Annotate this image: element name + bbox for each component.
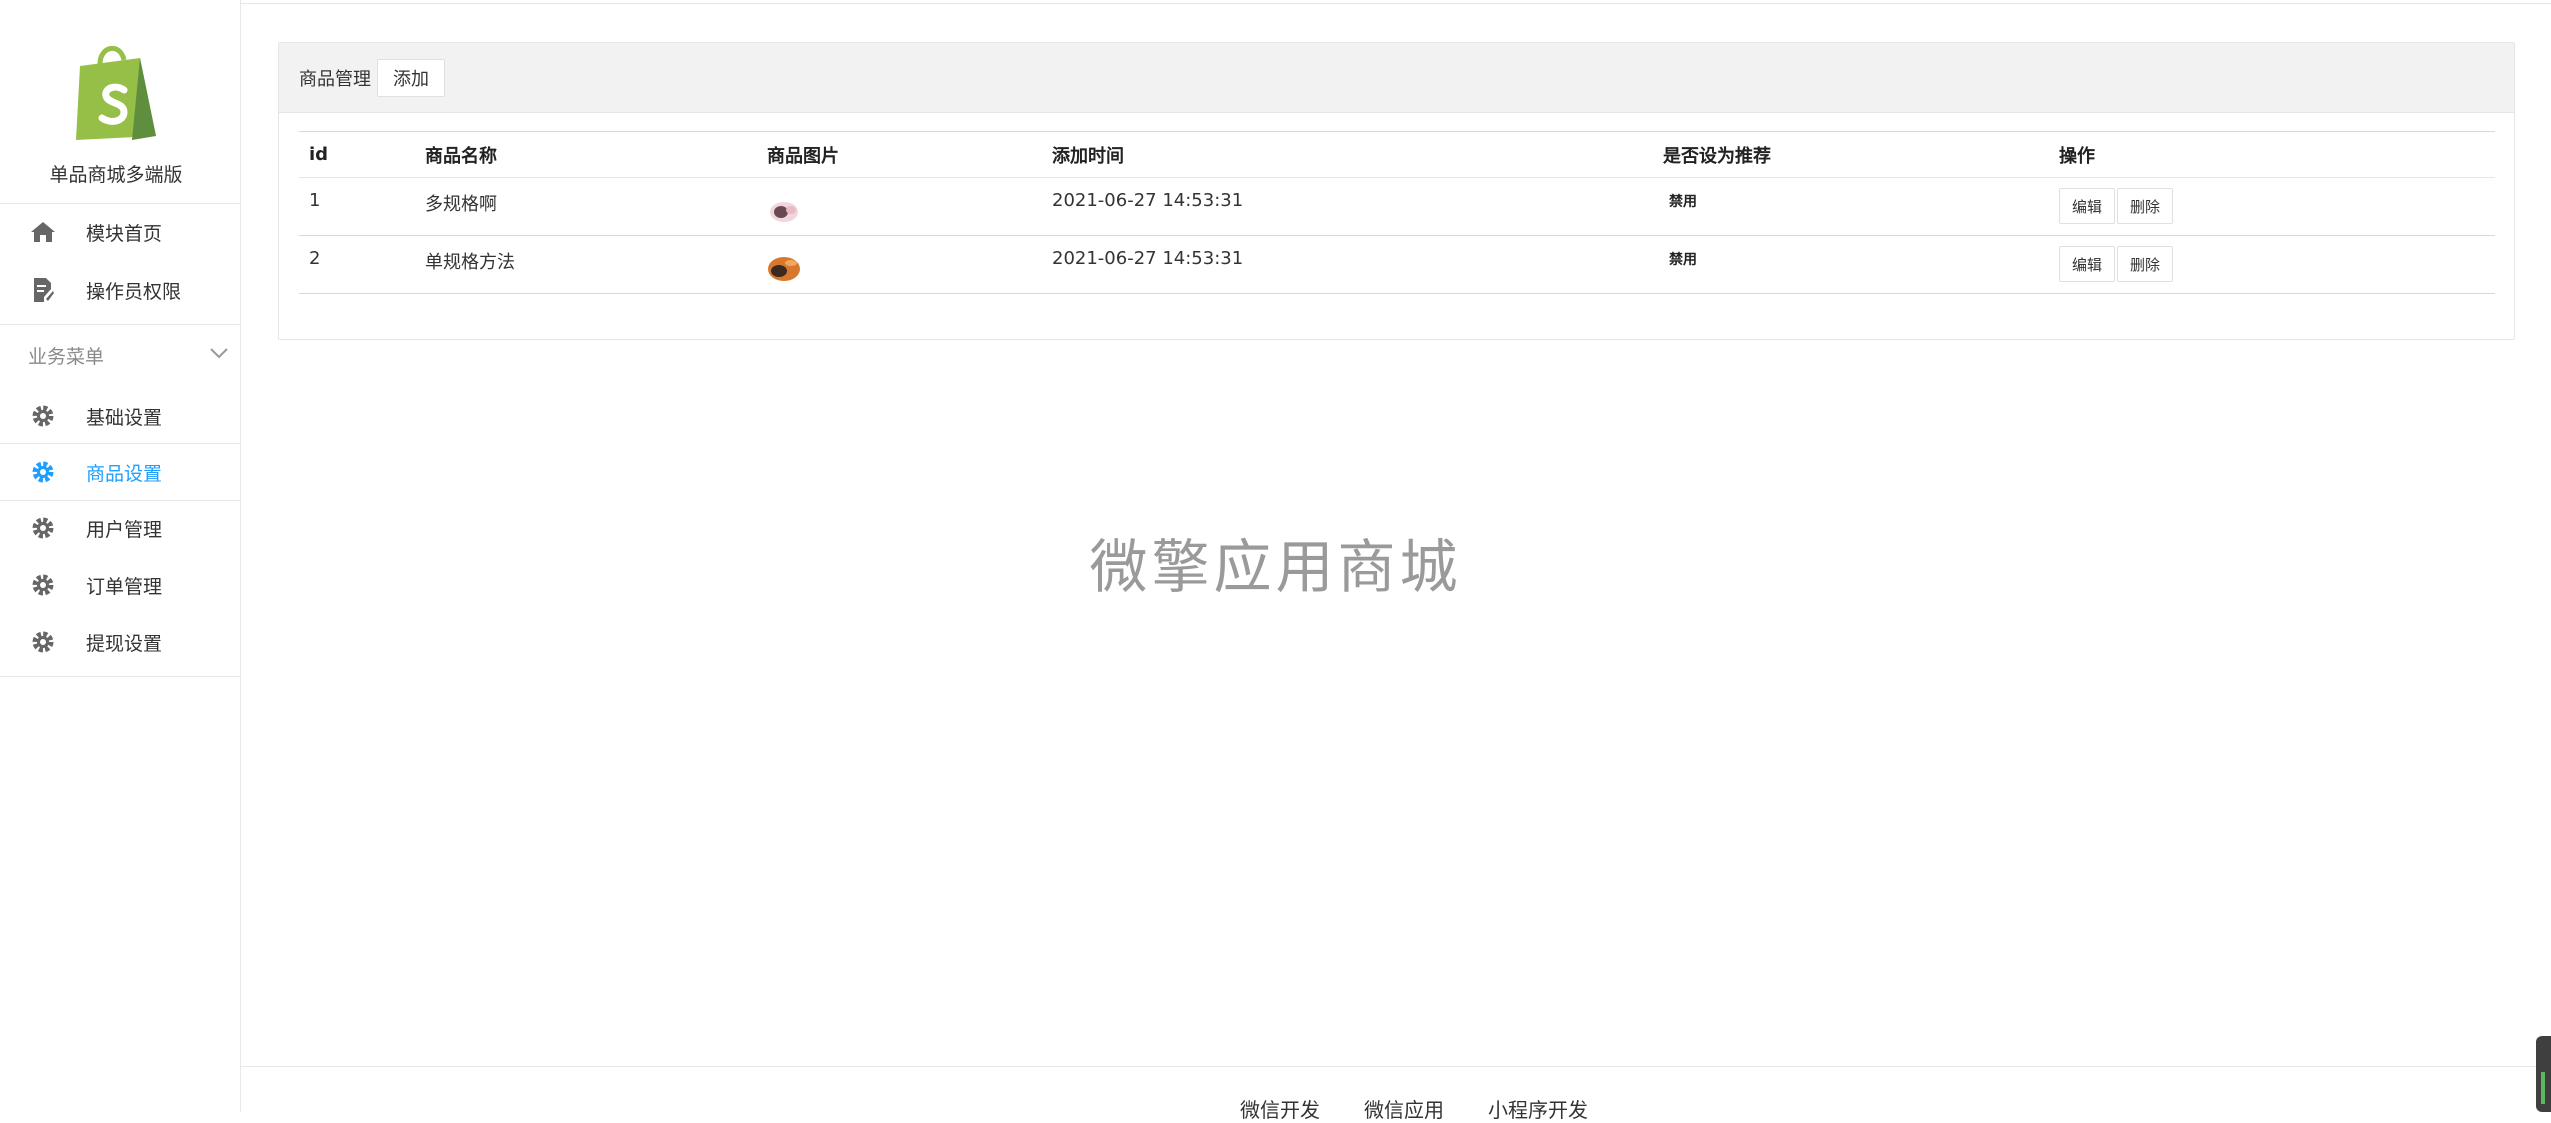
- cell-actions: 编辑 删除: [2049, 177, 2495, 236]
- sidebar-item-module-home[interactable]: 模块首页: [0, 204, 241, 260]
- sidebar-item-label: 基础设置: [86, 406, 163, 429]
- cell-id: 2: [299, 235, 415, 294]
- sidebar-item-label: 模块首页: [86, 222, 163, 245]
- sidebar-item-label: 提现设置: [86, 632, 163, 655]
- brand-name: 单品商城多端版: [49, 164, 183, 186]
- home-icon: [30, 219, 56, 245]
- cell-id: 1: [299, 177, 415, 236]
- cell-recommend: 禁用: [1653, 177, 2049, 236]
- column-header-name: 商品名称: [415, 131, 757, 178]
- cell-name: 多规格啊: [415, 177, 757, 236]
- panel-header: 商品管理 添加: [279, 43, 2514, 113]
- watermark-text: 微擎应用商城: [1089, 533, 1462, 601]
- brand: 单品商城多端版: [0, 0, 240, 204]
- cell-actions: 编辑 删除: [2049, 235, 2495, 294]
- sidebar-item-label: 商品设置: [86, 462, 163, 485]
- column-header-recommend: 是否设为推荐: [1653, 131, 2049, 178]
- footer-divider: [241, 1066, 2551, 1067]
- cell-added-time: 2021-06-27 14:53:31: [1042, 235, 1653, 294]
- chevron-down-icon[interactable]: [208, 342, 230, 364]
- product-thumbnail[interactable]: [767, 196, 801, 224]
- scroll-indicator: [2541, 1072, 2545, 1104]
- product-table: id 商品名称 商品图片 添加时间 是否设为推荐 操作 1 多规格啊 2021-…: [299, 131, 2495, 294]
- cell-image: [757, 177, 1042, 236]
- footer-links: 微信开发 微信应用 小程序开发: [1240, 1094, 1588, 1123]
- recommend-status-badge[interactable]: 禁用: [1663, 252, 1697, 268]
- cell-added-time: 2021-06-27 14:53:31: [1042, 177, 1653, 236]
- table-header-row: id 商品名称 商品图片 添加时间 是否设为推荐 操作: [299, 131, 2495, 178]
- sidebar-item-basic-settings[interactable]: 基础设置: [0, 388, 241, 444]
- footer-link-wechat-dev[interactable]: 微信开发: [1240, 1094, 1320, 1123]
- edit-button[interactable]: 编辑: [2059, 188, 2116, 224]
- column-header-id: id: [299, 131, 415, 178]
- panel-title: 商品管理: [299, 68, 371, 90]
- delete-button[interactable]: 删除: [2117, 188, 2174, 224]
- menu-group-title: 业务菜单: [28, 346, 105, 368]
- delete-button[interactable]: 删除: [2117, 246, 2174, 282]
- divider: [0, 676, 241, 677]
- column-header-added-time: 添加时间: [1042, 131, 1653, 178]
- gear-icon: [30, 459, 56, 485]
- table-row: 2 单规格方法 2021-06-27 14:53:31 禁用 编辑 删除: [299, 235, 2495, 294]
- column-header-image: 商品图片: [757, 131, 1042, 178]
- product-thumbnail[interactable]: [767, 254, 801, 282]
- gear-icon: [30, 403, 56, 429]
- recommend-status-badge[interactable]: 禁用: [1663, 194, 1697, 210]
- edit-button[interactable]: 编辑: [2059, 246, 2116, 282]
- add-product-button[interactable]: 添加: [377, 58, 445, 97]
- shopping-bag-logo-icon: [76, 46, 156, 140]
- footer-link-wechat-apps[interactable]: 微信应用: [1364, 1094, 1444, 1123]
- table-row: 1 多规格啊 2021-06-27 14:53:31 禁用 编辑 删除: [299, 177, 2495, 236]
- sidebar-item-label: 操作员权限: [86, 280, 182, 303]
- sidebar-item-product-settings[interactable]: 商品设置: [0, 444, 241, 500]
- cell-name: 单规格方法: [415, 235, 757, 294]
- divider: [0, 324, 241, 325]
- product-management-panel: 商品管理 添加 id 商品名称 商品图片 添加时间 是否设为推荐 操作 1 多规…: [278, 42, 2515, 340]
- cell-recommend: 禁用: [1653, 235, 2049, 294]
- footer-link-miniprogram-dev[interactable]: 小程序开发: [1488, 1094, 1588, 1123]
- column-header-actions: 操作: [2049, 131, 2495, 178]
- top-border: [0, 0, 2551, 4]
- floating-scroll-widget[interactable]: [2536, 1036, 2551, 1112]
- document-edit-icon: [30, 277, 56, 303]
- sidebar-item-operator-permissions[interactable]: 操作员权限: [0, 262, 241, 318]
- gear-icon: [30, 629, 56, 655]
- sidebar-item-withdraw-settings[interactable]: 提现设置: [0, 614, 241, 670]
- cell-image: [757, 235, 1042, 294]
